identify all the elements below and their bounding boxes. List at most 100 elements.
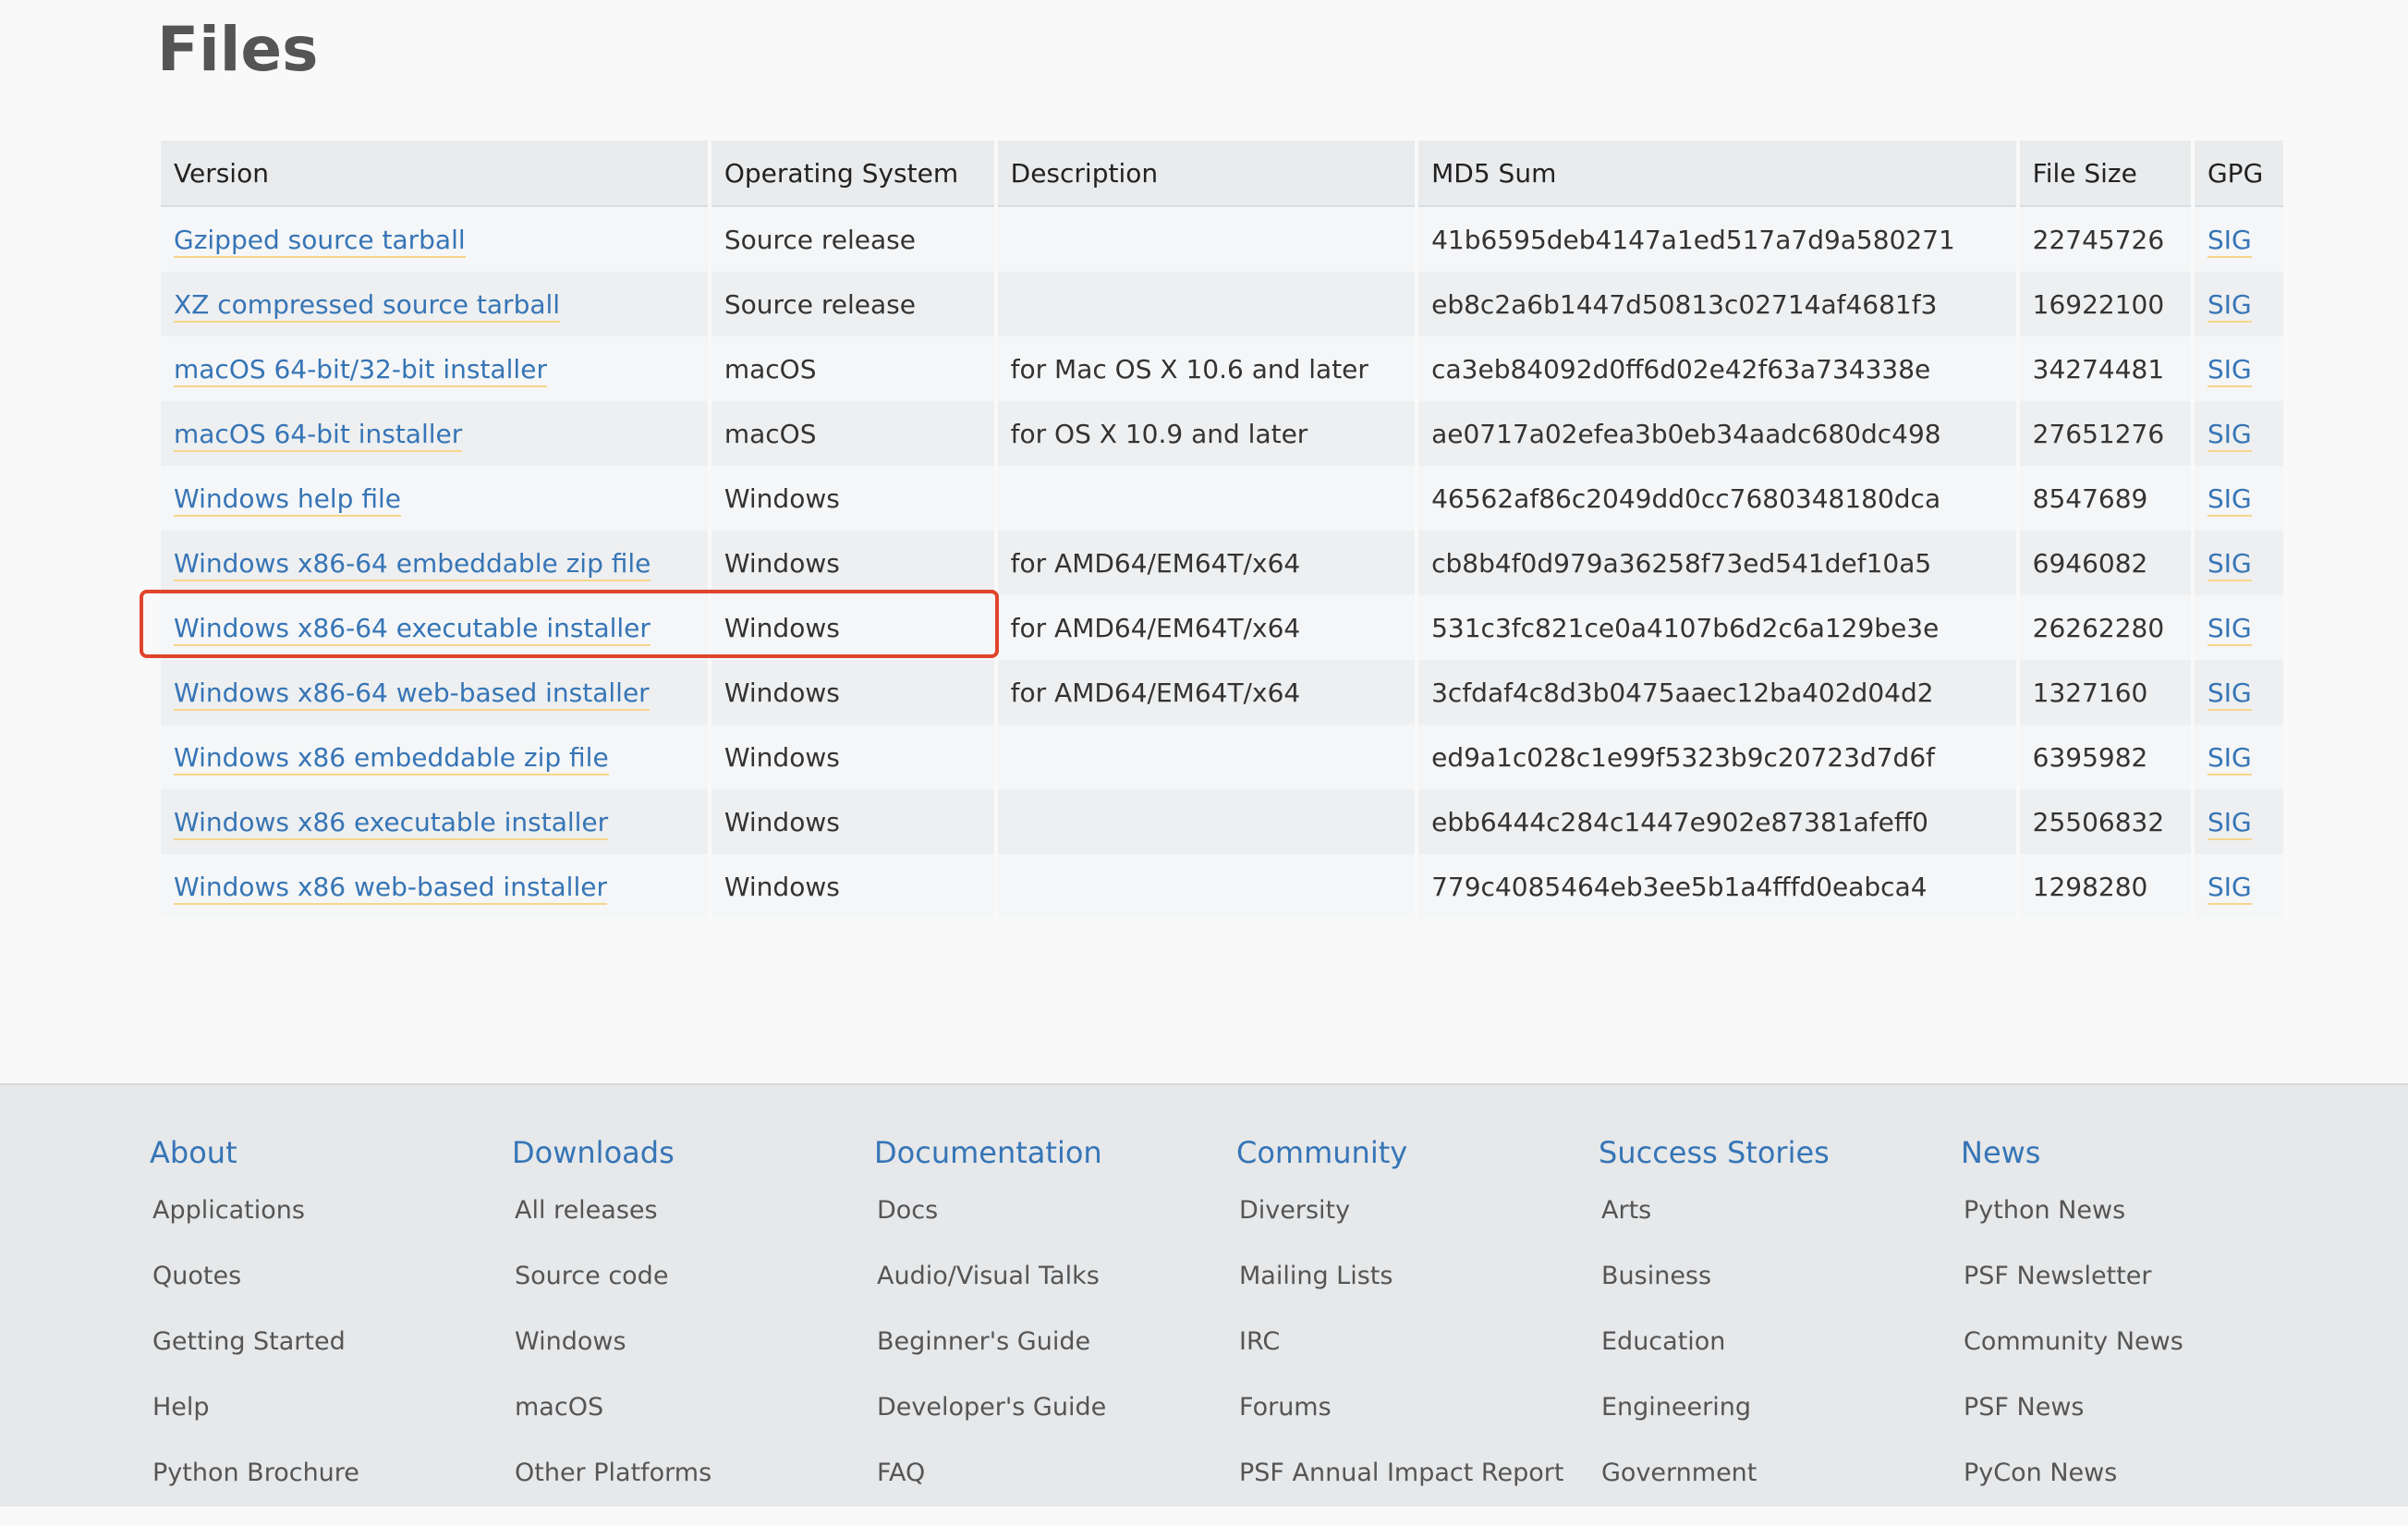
header-description[interactable]: Description — [997, 140, 1416, 207]
version-cell: Windows x86-64 web-based installer — [161, 660, 708, 725]
sig-link[interactable]: SIG — [2207, 418, 2252, 452]
version-cell: Windows x86-64 embeddable zip file — [161, 531, 708, 595]
footer-link-python-brochure[interactable]: Python Brochure — [152, 1460, 501, 1526]
version-link[interactable]: Windows x86-64 embeddable zip file — [174, 547, 651, 581]
md5-cell: cb8b4f0d979a36258f73ed541def10a5 — [1418, 531, 2016, 595]
footer-link-faq[interactable]: FAQ — [877, 1460, 1225, 1526]
version-link[interactable]: Windows help file — [174, 482, 401, 517]
table-row: Windows x86 web-based installer Windows 77… — [161, 854, 2283, 919]
os-cell: macOS — [711, 336, 994, 401]
os-cell: Source release — [711, 207, 994, 272]
footer-link-docs[interactable]: Docs — [877, 1198, 1225, 1264]
footer-link-beginner-s-guide[interactable]: Beginner's Guide — [877, 1329, 1225, 1395]
sig-link[interactable]: SIG — [2207, 547, 2252, 581]
footer-link-engineering[interactable]: Engineering — [1601, 1395, 1950, 1460]
footer-column-downloads: Downloads All releases Source code Windows m… — [512, 1135, 863, 1526]
footer-link-government[interactable]: Government — [1601, 1460, 1950, 1526]
os-cell: Windows — [711, 725, 994, 789]
footer-heading-success-stories[interactable]: Success Stories — [1599, 1135, 1950, 1170]
footer-link-education[interactable]: Education — [1601, 1329, 1950, 1395]
md5-cell: 531c3fc821ce0a4107b6d2c6a129be3e — [1418, 595, 2016, 660]
footer-heading-documentation[interactable]: Documentation — [874, 1135, 1225, 1170]
footer-link-applications[interactable]: Applications — [152, 1198, 501, 1264]
os-cell: Windows — [711, 531, 994, 595]
footer-list: Arts Business Education Engineering Governme… — [1599, 1198, 1950, 1526]
sig-link[interactable]: SIG — [2207, 612, 2252, 646]
files-table: Version Operating System Description MD5… — [157, 140, 2287, 919]
page-title: Files — [157, 14, 319, 85]
footer-link-pycon-news[interactable]: PyCon News — [1964, 1460, 2312, 1526]
version-cell: macOS 64-bit/32-bit installer — [161, 336, 708, 401]
sig-link[interactable]: SIG — [2207, 677, 2252, 711]
footer-link-psf-annual-impact-report[interactable]: PSF Annual Impact Report — [1239, 1460, 1587, 1526]
version-link[interactable]: macOS 64-bit installer — [174, 418, 463, 452]
md5-cell: ed9a1c028c1e99f5323b9c20723d7d6f — [1418, 725, 2016, 789]
sig-link[interactable]: SIG — [2207, 482, 2252, 517]
md5-cell: 3cfdaf4c8d3b0475aaec12ba402d04d2 — [1418, 660, 2016, 725]
footer-link-business[interactable]: Business — [1601, 1264, 1950, 1329]
sig-link[interactable]: SIG — [2207, 353, 2252, 387]
header-version[interactable]: Version — [161, 140, 708, 207]
footer-link-all-releases[interactable]: All releases — [515, 1198, 863, 1264]
gpg-cell: SIG — [2194, 466, 2283, 531]
description-cell: for Mac OS X 10.6 and later — [997, 336, 1416, 401]
table-row: Windows x86 embeddable zip file Windows ed… — [161, 725, 2283, 789]
header-file-size[interactable]: File Size — [2019, 140, 2191, 207]
md5-cell: 46562af86c2049dd0cc7680348180dca — [1418, 466, 2016, 531]
footer-column-success-stories: Success Stories Arts Business Education Engi… — [1599, 1135, 1950, 1526]
footer-link-diversity[interactable]: Diversity — [1239, 1198, 1587, 1264]
header-operating-system[interactable]: Operating System — [711, 140, 994, 207]
footer-link-community-news[interactable]: Community News — [1964, 1329, 2312, 1395]
os-cell: Source release — [711, 272, 994, 336]
footer-heading-community[interactable]: Community — [1236, 1135, 1587, 1170]
footer-link-psf-news[interactable]: PSF News — [1964, 1395, 2312, 1460]
footer-link-audio-visual-talks[interactable]: Audio/Visual Talks — [877, 1264, 1225, 1329]
version-link[interactable]: Windows x86 web-based installer — [174, 871, 607, 905]
footer-link-developer-s-guide[interactable]: Developer's Guide — [877, 1395, 1225, 1460]
footer-heading-downloads[interactable]: Downloads — [512, 1135, 863, 1170]
footer-link-windows[interactable]: Windows — [515, 1329, 863, 1395]
sig-link[interactable]: SIG — [2207, 871, 2252, 905]
version-link[interactable]: Windows x86-64 web-based installer — [174, 677, 650, 711]
header-gpg[interactable]: GPG — [2194, 140, 2283, 207]
file-size-cell: 6946082 — [2019, 531, 2191, 595]
footer-list: Diversity Mailing Lists IRC Forums PSF Annua… — [1236, 1198, 1587, 1526]
os-cell: Windows — [711, 789, 994, 854]
footer-heading-news[interactable]: News — [1961, 1135, 2312, 1170]
footer-link-arts[interactable]: Arts — [1601, 1198, 1950, 1264]
file-size-cell: 8547689 — [2019, 466, 2191, 531]
footer-link-getting-started[interactable]: Getting Started — [152, 1329, 501, 1395]
version-link[interactable]: Windows x86 executable installer — [174, 806, 609, 840]
file-size-cell: 16922100 — [2019, 272, 2191, 336]
file-size-cell: 27651276 — [2019, 401, 2191, 466]
footer-link-mailing-lists[interactable]: Mailing Lists — [1239, 1264, 1587, 1329]
os-cell: Windows — [711, 466, 994, 531]
version-link[interactable]: Gzipped source tarball — [174, 224, 466, 258]
footer-link-psf-newsletter[interactable]: PSF Newsletter — [1964, 1264, 2312, 1329]
table-row: macOS 64-bit installer macOS for OS X 10.9… — [161, 401, 2283, 466]
file-size-cell: 22745726 — [2019, 207, 2191, 272]
footer-link-macos[interactable]: macOS — [515, 1395, 863, 1460]
footer-link-forums[interactable]: Forums — [1239, 1395, 1587, 1460]
footer-link-quotes[interactable]: Quotes — [152, 1264, 501, 1329]
table-header-row: Version Operating System Description MD5… — [161, 140, 2283, 207]
version-link[interactable]: Windows x86 embeddable zip file — [174, 741, 609, 775]
table-row: macOS 64-bit/32-bit installer macOS for Ma… — [161, 336, 2283, 401]
footer-link-python-news[interactable]: Python News — [1964, 1198, 2312, 1264]
table-row: Windows x86 executable installer Windows e… — [161, 789, 2283, 854]
sig-link[interactable]: SIG — [2207, 806, 2252, 840]
sig-link[interactable]: SIG — [2207, 741, 2252, 775]
sig-link[interactable]: SIG — [2207, 224, 2252, 258]
version-link[interactable]: Windows x86-64 executable installer — [174, 612, 651, 646]
footer-heading-about[interactable]: About — [150, 1135, 501, 1170]
header-md5-sum[interactable]: MD5 Sum — [1418, 140, 2016, 207]
table-row-highlighted: Windows x86-64 executable installer Windo… — [161, 595, 2283, 660]
footer-link-irc[interactable]: IRC — [1239, 1329, 1587, 1395]
md5-cell: 41b6595deb4147a1ed517a7d9a580271 — [1418, 207, 2016, 272]
version-link[interactable]: XZ compressed source tarball — [174, 288, 561, 323]
footer-link-source-code[interactable]: Source code — [515, 1264, 863, 1329]
footer-link-other-platforms[interactable]: Other Platforms — [515, 1460, 863, 1526]
footer-link-help[interactable]: Help — [152, 1395, 501, 1460]
version-link[interactable]: macOS 64-bit/32-bit installer — [174, 353, 547, 387]
sig-link[interactable]: SIG — [2207, 288, 2252, 323]
